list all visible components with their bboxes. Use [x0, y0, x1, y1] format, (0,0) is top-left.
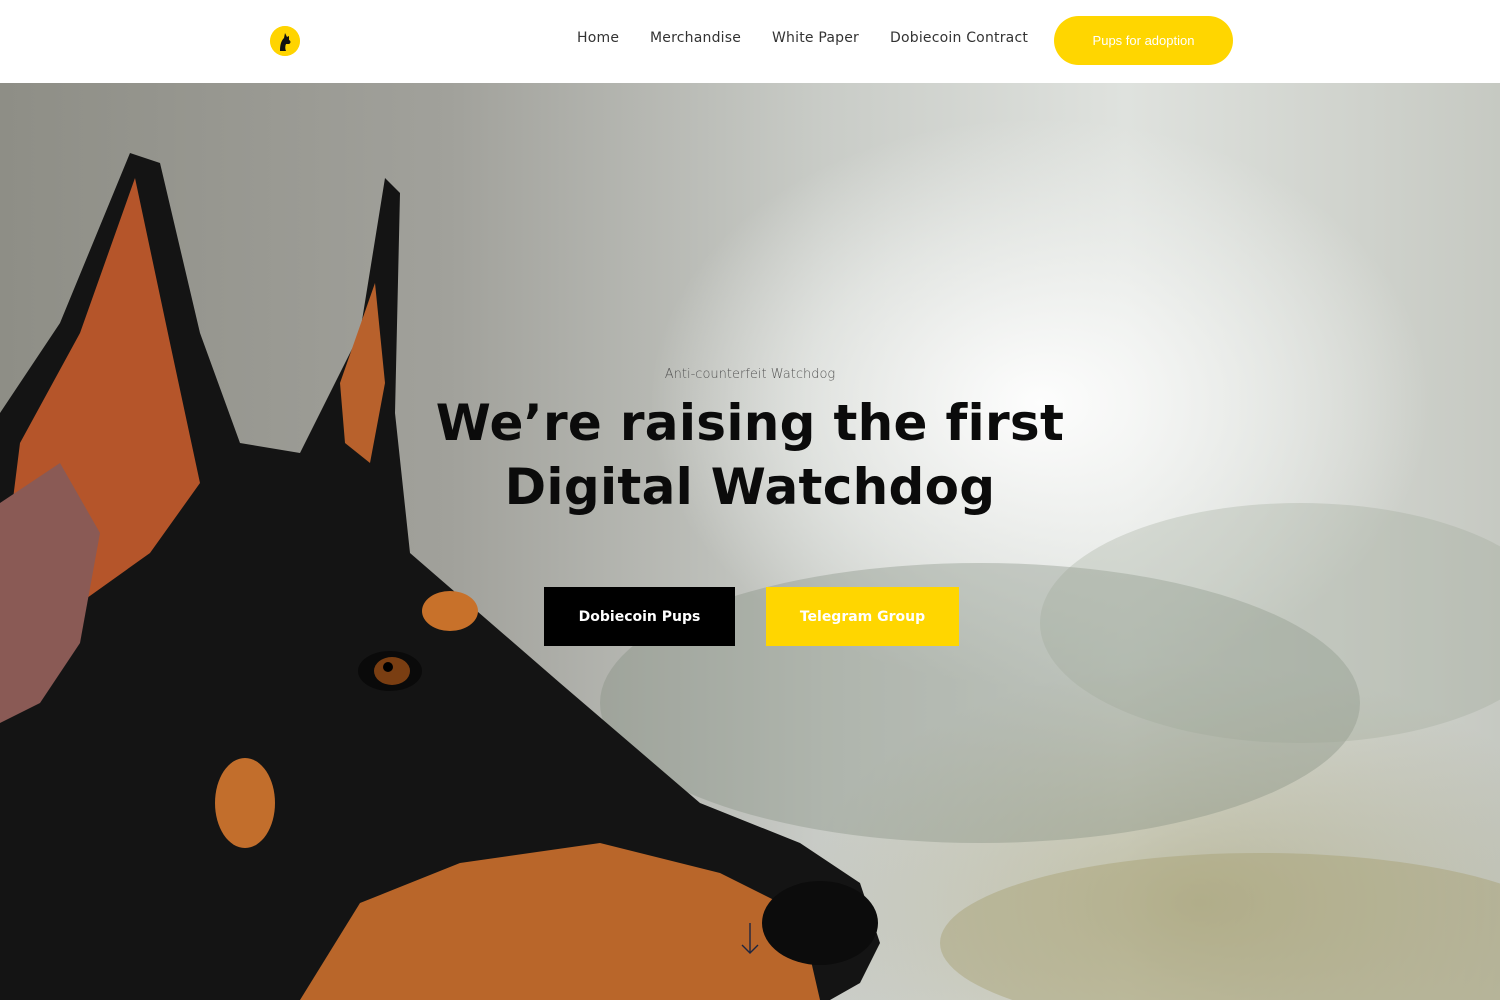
nav-home[interactable]: Home: [577, 30, 619, 46]
main-nav: Home Merchandise White Paper Dobiecoin C…: [0, 0, 1500, 83]
nav-dobiecoin-contract[interactable]: Dobiecoin Contract: [890, 30, 1028, 46]
pups-for-adoption-button[interactable]: Pups for adoption: [1054, 16, 1233, 65]
arrow-down-icon[interactable]: [738, 919, 762, 959]
hero-eyebrow: Anti-counterfeit Watchdog: [664, 367, 836, 382]
telegram-group-button[interactable]: Telegram Group: [766, 587, 959, 646]
nav-white-paper[interactable]: White Paper: [772, 30, 859, 46]
hero-section: Anti-counterfeit Watchdog We’re raising …: [0, 83, 1500, 1000]
site-header: Home Merchandise White Paper Dobiecoin C…: [0, 0, 1500, 83]
nav-merchandise[interactable]: Merchandise: [650, 30, 741, 46]
doberman-photo: [0, 153, 1500, 1000]
hero-title: We’re raising the first Digital Watchdog: [435, 394, 1065, 516]
dobiecoin-pups-button[interactable]: Dobiecoin Pups: [544, 587, 735, 646]
